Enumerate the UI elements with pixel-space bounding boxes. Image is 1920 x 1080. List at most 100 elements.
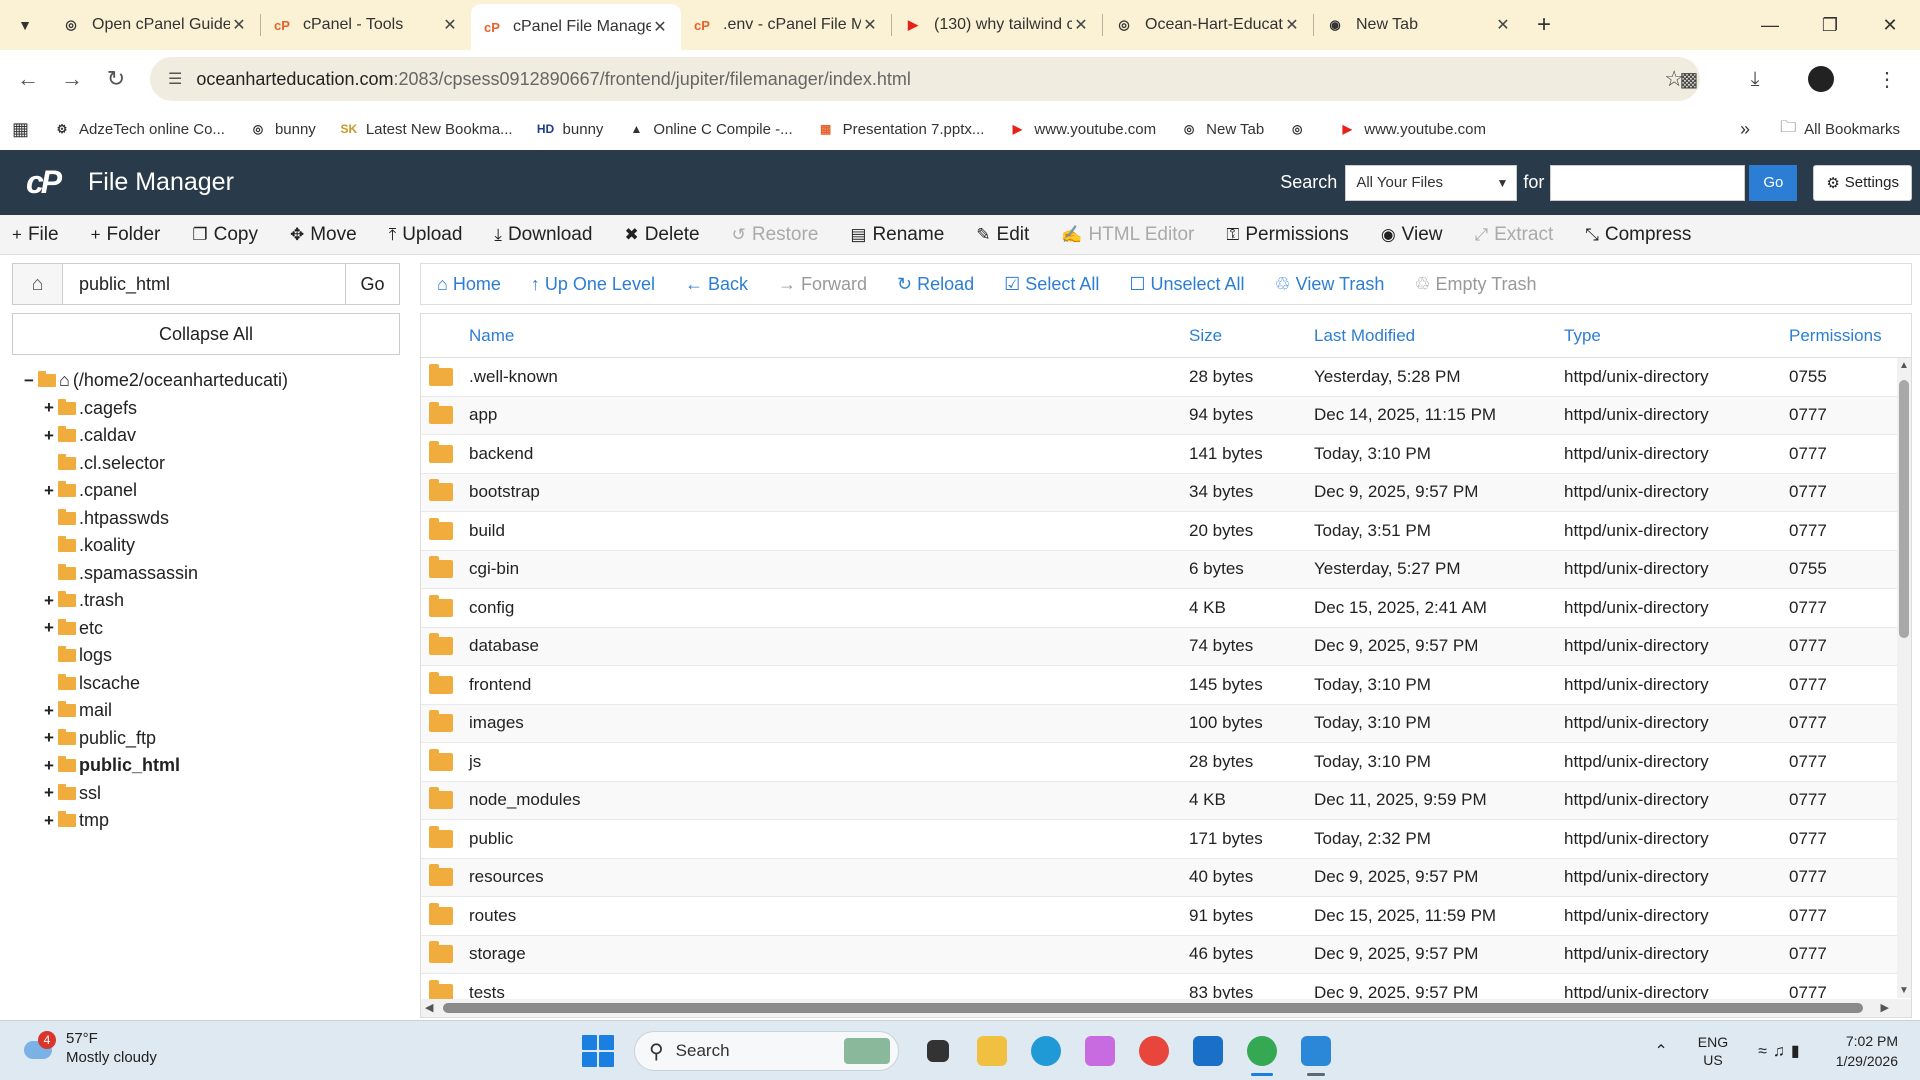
cpanel-logo[interactable]: cP [26, 163, 82, 203]
table-row[interactable]: backend 141 bytes Today, 3:10 PM httpd/unix… [421, 435, 1911, 474]
browser-tab[interactable]: cP cPanel - Tools ✕ [261, 4, 471, 46]
expand-icon[interactable]: + [42, 783, 56, 803]
tree-node[interactable]: + tmp [22, 807, 288, 835]
close-icon[interactable]: ✕ [230, 15, 248, 35]
table-row[interactable]: cgi-bin 6 bytes Yesterday, 5:27 PM httpd/un… [421, 550, 1911, 589]
scroll-left-icon[interactable]: ◀ [425, 1001, 433, 1014]
expand-icon[interactable]: + [42, 426, 56, 446]
table-row[interactable]: bootstrap 34 bytes Dec 9, 2025, 9:57 PM htt… [421, 473, 1911, 512]
horizontal-scroll-thumb[interactable] [443, 1003, 1863, 1013]
toolbar-copy-button[interactable]: ❐ Copy [192, 224, 258, 246]
chrome-icon[interactable] [1134, 1031, 1174, 1071]
copilot-icon[interactable] [1080, 1031, 1120, 1071]
bookmark-item[interactable]: ◎ New Tab [1180, 120, 1264, 138]
address-bar[interactable]: ☰ oceanharteducation.com:2083/cpsess0912… [150, 57, 1700, 101]
maximize-icon[interactable]: ❐ [1800, 0, 1860, 50]
column-header-permissions[interactable]: Permissions [1789, 326, 1889, 346]
search-input[interactable] [1550, 164, 1746, 201]
toolbar-edit-button[interactable]: ✎ Edit [976, 224, 1029, 246]
nav-select-all-button[interactable]: ☑ Select All [1004, 274, 1099, 295]
tree-node[interactable]: + public_ftp [22, 725, 288, 753]
edge-icon[interactable] [1026, 1031, 1066, 1071]
table-row[interactable]: public 171 bytes Today, 2:32 PM httpd/unix-… [421, 820, 1911, 859]
table-row[interactable]: images 100 bytes Today, 3:10 PM httpd/unix-… [421, 704, 1911, 743]
column-header-type[interactable]: Type [1564, 326, 1789, 346]
bookmark-item[interactable]: ▲ Online C Compile -... [627, 120, 792, 138]
search-go-button[interactable]: Go [1749, 164, 1798, 201]
expand-icon[interactable]: + [42, 811, 56, 831]
taskbar-search[interactable]: ⚲ Search [634, 1031, 899, 1071]
browser-tab[interactable]: ◎ Open cPanel Guide ✕ [50, 4, 260, 46]
nav-unselect-all-button[interactable]: ☐ Unselect All [1129, 274, 1244, 295]
settings-button[interactable]: ⚙ Settings [1813, 164, 1912, 201]
toolbar-upload-button[interactable]: ⤒ Upload [389, 224, 463, 246]
table-row[interactable]: frontend 145 bytes Today, 3:10 PM httpd/uni… [421, 666, 1911, 705]
collapse-all-button[interactable]: Collapse All [12, 313, 400, 355]
reload-icon[interactable]: ↻ [94, 57, 138, 101]
tree-node[interactable]: .htpasswds [22, 505, 288, 533]
expand-icon[interactable]: + [42, 618, 56, 638]
close-icon[interactable]: ✕ [651, 17, 669, 37]
browser-tab[interactable]: ◎ Ocean-Hart-Educatio ✕ [1103, 4, 1313, 46]
toolbar-view-button[interactable]: ◉ View [1381, 224, 1443, 246]
more-bookmarks-chevron-icon[interactable]: » [1740, 119, 1750, 140]
extensions-icon[interactable]: ▩ [1656, 67, 1722, 92]
table-row[interactable]: config 4 KB Dec 15, 2025, 2:41 AM httpd/uni… [421, 589, 1911, 628]
home-icon[interactable]: ⌂ [13, 264, 63, 304]
expand-icon[interactable]: + [42, 591, 56, 611]
column-header-name[interactable]: Name [469, 326, 1189, 346]
apps-grid-icon[interactable]: ▦ [12, 119, 29, 140]
site-info-icon[interactable]: ☰ [168, 69, 182, 89]
vertical-scrollbar[interactable]: ▲ ▼ [1897, 358, 1911, 998]
new-tab-button[interactable]: + [1524, 4, 1564, 46]
task-view-icon[interactable] [918, 1031, 958, 1071]
bookmark-item[interactable]: ▶ www.youtube.com [1008, 120, 1156, 138]
all-bookmarks-folder[interactable]: 🗀 All Bookmarks [1780, 116, 1900, 143]
table-row[interactable]: resources 40 bytes Dec 9, 2025, 9:57 PM htt… [421, 858, 1911, 897]
back-arrow-icon[interactable]: ← [6, 57, 50, 101]
forward-arrow-icon[interactable]: → [50, 57, 94, 101]
tree-node[interactable]: .cl.selector [22, 450, 288, 478]
tree-node[interactable]: + .trash [22, 587, 288, 615]
bookmark-item[interactable]: ⚙ AdzeTech online Co... [53, 120, 225, 138]
browser-menu-icon[interactable]: ⋮ [1854, 67, 1920, 92]
tree-node[interactable]: + etc [22, 615, 288, 643]
chrome-profile-icon[interactable] [1242, 1031, 1282, 1076]
downloads-icon[interactable]: ⤓ [1722, 68, 1788, 91]
nav-home-button[interactable]: ⌂ Home [437, 274, 501, 295]
tree-node[interactable]: logs [22, 642, 288, 670]
browser-tab[interactable]: ▶ (130) why tailwind cs ✕ [892, 4, 1102, 46]
table-row[interactable]: js 28 bytes Today, 3:10 PM httpd/unix-direc… [421, 743, 1911, 782]
table-row[interactable]: .well-known 28 bytes Yesterday, 5:28 PM htt… [421, 358, 1911, 397]
expand-icon[interactable]: + [42, 481, 56, 501]
table-row[interactable]: node_modules 4 KB Dec 11, 2025, 9:59 PM htt… [421, 781, 1911, 820]
toolbar-rename-button[interactable]: ▤ Rename [850, 224, 944, 246]
expand-icon[interactable]: + [42, 398, 56, 418]
nav-back-button[interactable]: ← Back [685, 274, 748, 295]
tree-node[interactable]: + .caldav [22, 422, 288, 450]
tree-node[interactable]: − ⌂ (/home2/oceanharteducati) [22, 367, 288, 395]
collapse-icon[interactable]: − [22, 371, 36, 391]
tree-node[interactable]: + .cpanel [22, 477, 288, 505]
browser-tab[interactable]: cP .env - cPanel File Ma ✕ [681, 4, 891, 46]
tree-node[interactable]: + public_html [22, 752, 288, 780]
tree-node[interactable]: + ssl [22, 780, 288, 808]
tree-node[interactable]: .koality [22, 532, 288, 560]
nav-reload-button[interactable]: ↻ Reload [897, 274, 974, 295]
vscode-icon[interactable] [1296, 1031, 1336, 1076]
bookmark-item[interactable]: ◎ [1288, 120, 1314, 138]
path-input[interactable]: public_html [63, 264, 345, 304]
tab-search-chevron-icon[interactable]: ▼ [0, 0, 50, 50]
vertical-scroll-thumb[interactable] [1899, 380, 1909, 638]
table-row[interactable]: build 20 bytes Today, 3:51 PM httpd/unix-di… [421, 512, 1911, 551]
expand-icon[interactable]: + [42, 701, 56, 721]
close-icon[interactable]: ✕ [1283, 15, 1301, 35]
tree-node[interactable]: lscache [22, 670, 288, 698]
search-scope-select[interactable]: All Your Files ▼ [1345, 164, 1518, 201]
scroll-right-icon[interactable]: ▶ [1881, 1001, 1889, 1014]
tray-chevron-up-icon[interactable]: ⌃ [1654, 1041, 1667, 1061]
nav-view-trash-button[interactable]: ♲ View Trash [1275, 274, 1385, 295]
profile-avatar[interactable] [1808, 66, 1834, 92]
scroll-up-icon[interactable]: ▲ [1897, 360, 1911, 371]
horizontal-scrollbar[interactable]: ◀ ▶ [421, 999, 1911, 1017]
